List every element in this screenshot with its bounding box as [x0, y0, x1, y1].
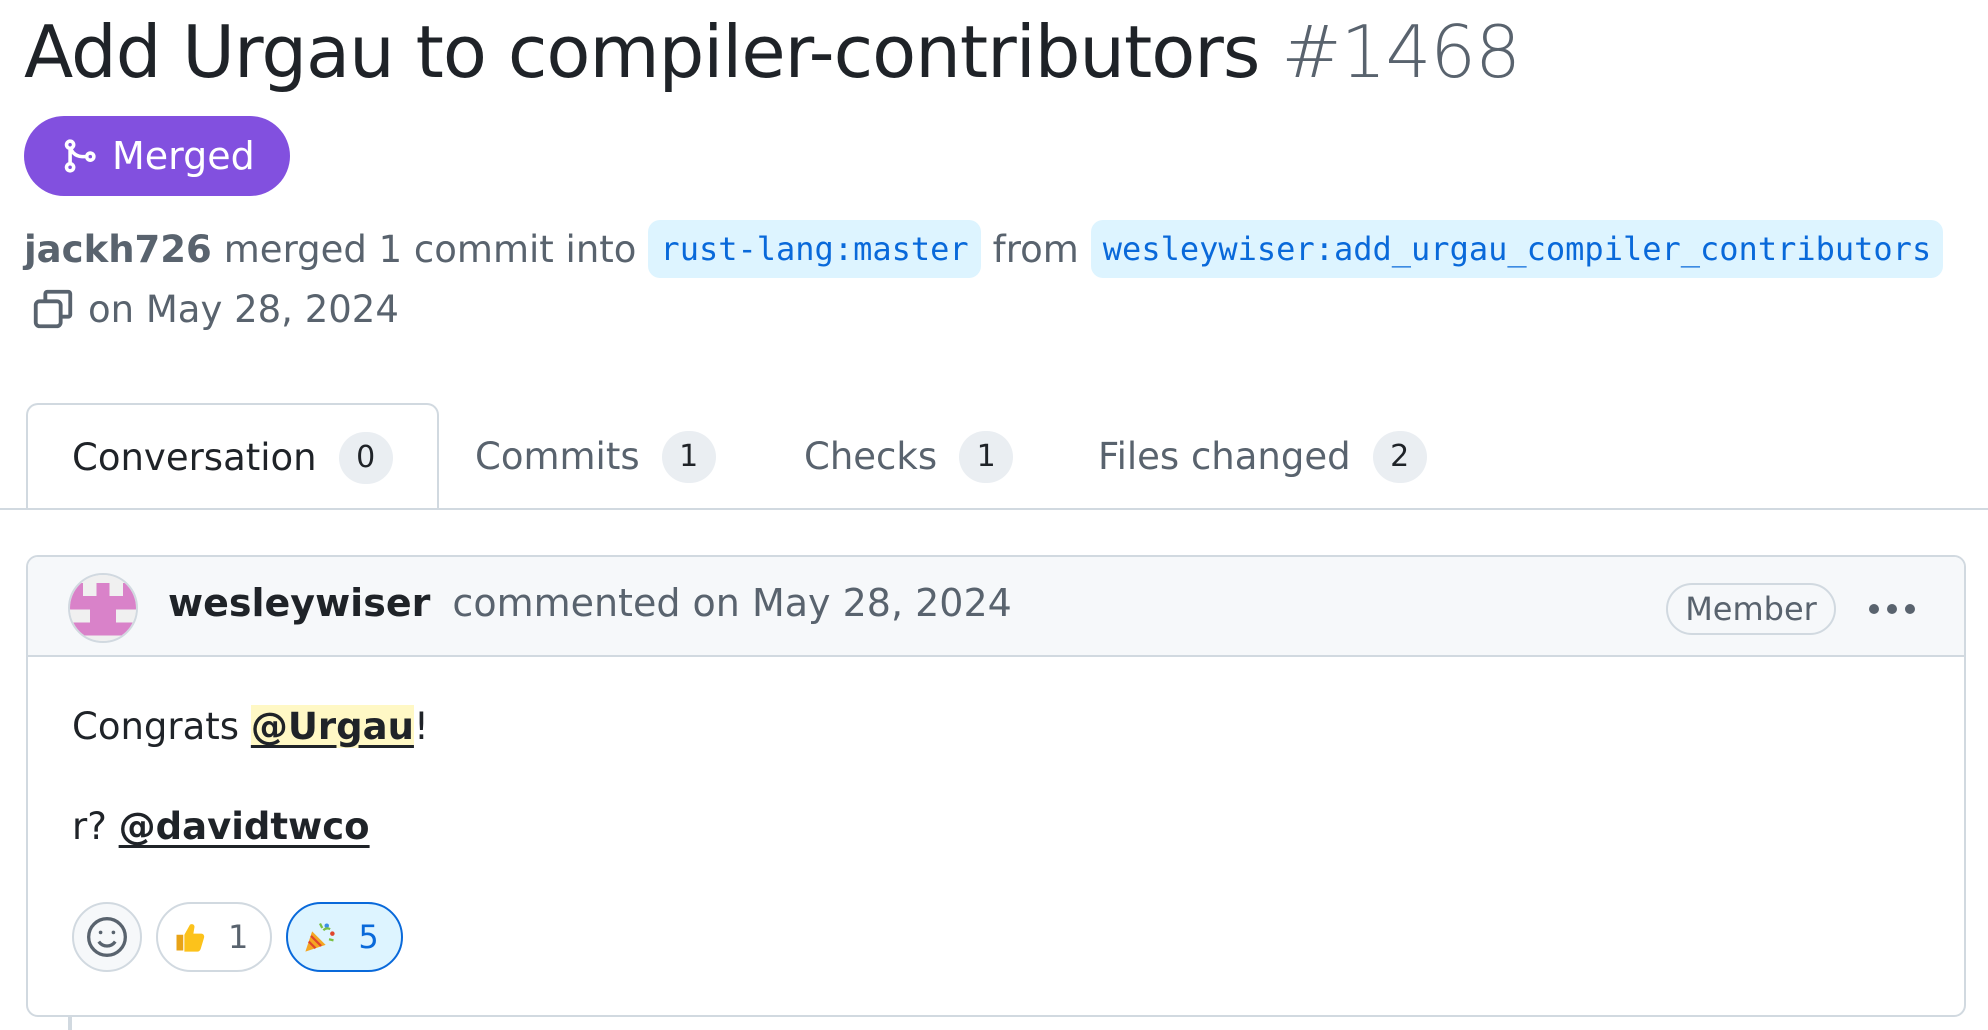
merge-author-link[interactable]: jackh726: [24, 228, 212, 271]
merge-date: on May 28, 2024: [88, 287, 399, 331]
kebab-menu-icon: [1869, 604, 1915, 614]
reaction-thumbs-up[interactable]: 1: [156, 902, 273, 972]
comment-card: wesleywiser commented on May 28, 2024 Me…: [26, 555, 1966, 1017]
smiley-add-reaction-icon: [87, 917, 127, 957]
tab-label: Checks: [804, 435, 938, 478]
head-branch[interactable]: wesleywiser:add_urgau_compiler_contribut…: [1090, 220, 1944, 278]
tab-files-changed[interactable]: Files changed 2: [1098, 403, 1427, 510]
state-label: Merged: [112, 134, 255, 178]
body-text: r?: [72, 805, 119, 848]
body-text: !: [413, 705, 429, 748]
merged-state-badge: Merged: [24, 116, 290, 196]
tab-checks[interactable]: Checks 1: [804, 403, 1014, 510]
copy-icon[interactable]: [30, 286, 76, 332]
reaction-count: 1: [228, 918, 249, 956]
tab-label: Files changed: [1098, 435, 1351, 478]
reaction-party-popper[interactable]: 5: [286, 902, 403, 972]
mention-link-urgau[interactable]: @Urgau: [250, 705, 414, 748]
base-branch[interactable]: rust-lang:master: [648, 220, 981, 278]
from-text: from: [992, 227, 1079, 271]
reactions-bar: 1 5: [72, 902, 403, 972]
member-role-badge: Member: [1666, 583, 1836, 635]
mention-link-davidtwco[interactable]: @davidtwco: [119, 805, 370, 848]
tab-counter: 1: [959, 430, 1014, 483]
comment-header: wesleywiser commented on May 28, 2024 Me…: [28, 557, 1964, 657]
tab-label: Commits: [475, 435, 640, 478]
tab-conversation[interactable]: Conversation 0: [26, 403, 439, 510]
reaction-count: 5: [358, 918, 379, 956]
tab-label: Conversation: [72, 436, 317, 479]
pr-title: Add Urgau to compiler-contributors: [24, 10, 1260, 94]
tab-counter: 2: [1372, 430, 1427, 483]
tabs-divider: [0, 508, 1988, 510]
pr-title-row: Add Urgau to compiler-contributors #1468: [24, 6, 1521, 98]
comment-action[interactable]: commented on May 28, 2024: [452, 581, 1011, 625]
timeline-line: [68, 1017, 72, 1030]
avatar[interactable]: [68, 573, 138, 643]
thumbs-up-icon: [176, 924, 205, 952]
tab-counter: 1: [661, 430, 716, 483]
add-reaction-button[interactable]: [72, 902, 142, 972]
body-text: Congrats: [72, 705, 251, 748]
pr-meta: jackh726 merged 1 commit into rust-lang:…: [24, 220, 1944, 278]
party-popper-icon: [305, 922, 335, 952]
comment-body-line-1: Congrats @Urgau!: [72, 705, 429, 748]
comment-options-button[interactable]: [1864, 589, 1920, 629]
pr-number: #1468: [1281, 10, 1521, 94]
comment-author-link[interactable]: wesleywiser: [168, 581, 430, 625]
git-merge-icon: [64, 139, 96, 173]
pr-meta-date: on May 28, 2024: [30, 286, 399, 332]
tab-commits[interactable]: Commits 1: [475, 403, 716, 510]
avatar-identicon: [70, 575, 136, 641]
tab-counter: 0: [338, 431, 393, 484]
comment-body-line-2: r? @davidtwco: [72, 805, 370, 848]
comment-meta: wesleywiser commented on May 28, 2024: [168, 581, 1012, 625]
merge-text: merged 1 commit into: [223, 227, 637, 271]
